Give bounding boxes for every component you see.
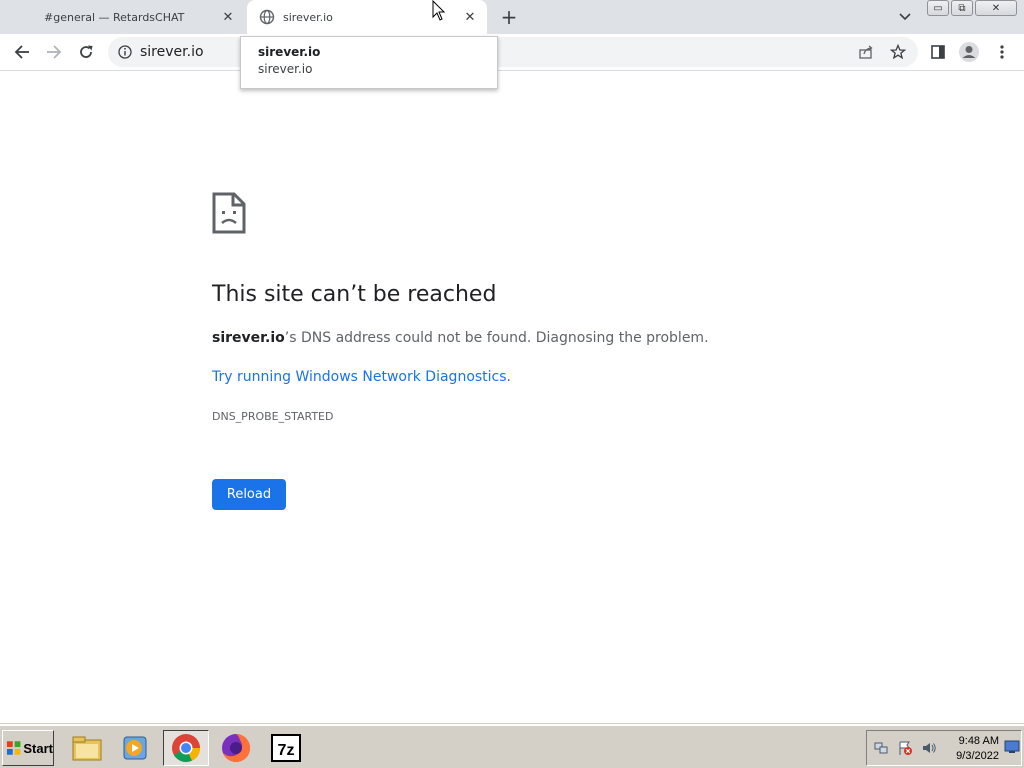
forward-button[interactable] xyxy=(42,40,66,64)
reload-toolbar-button[interactable] xyxy=(74,40,98,64)
clock-time: 9:48 AM xyxy=(958,735,999,747)
tab-general[interactable]: #general — RetardsCHAT ✕ xyxy=(0,0,245,34)
start-label: Start xyxy=(23,740,53,756)
forward-arrow-icon xyxy=(47,45,62,59)
firefox-icon xyxy=(222,733,251,762)
error-code: DNS_PROBE_STARTED xyxy=(212,410,334,423)
side-panel-icon xyxy=(931,45,945,59)
taskbar-media-player[interactable] xyxy=(112,730,158,766)
network-icon[interactable] xyxy=(873,740,889,756)
new-tab-button[interactable]: + xyxy=(498,5,520,29)
clock-date: 9/3/2022 xyxy=(956,750,999,762)
share-icon xyxy=(859,45,873,59)
system-tray: 9:48 AM 9/3/2022 xyxy=(866,730,1022,766)
sad-page-icon xyxy=(212,192,246,234)
toolbar: sirever.io xyxy=(0,34,1024,71)
kebab-menu-icon xyxy=(1000,45,1004,59)
hover-card-title: sirever.io xyxy=(258,45,321,59)
media-player-icon xyxy=(123,736,147,760)
error-title: This site can’t be reached xyxy=(212,282,497,307)
error-description-text: ’s DNS address could not be found. Diagn… xyxy=(284,330,709,346)
file-explorer-icon xyxy=(72,736,102,761)
network-diagnostics-link-row: Try running Windows Network Diagnostics. xyxy=(212,369,511,385)
taskbar-firefox[interactable] xyxy=(213,730,259,766)
close-window-button[interactable]: ✕ xyxy=(975,0,1017,16)
action-center-icon[interactable] xyxy=(897,740,913,756)
share-button[interactable] xyxy=(854,40,878,64)
show-desktop-icon[interactable] xyxy=(1004,740,1020,754)
tab-search-chevron-icon[interactable] xyxy=(895,8,915,26)
star-icon xyxy=(890,44,906,60)
error-host: sirever.io xyxy=(212,330,285,346)
url-text: sirever.io xyxy=(140,44,204,60)
taskbar: Start 7z 9:48 AM 9/3/2022 xyxy=(0,724,1024,768)
hover-card-domain: sirever.io xyxy=(258,62,313,76)
tab-hover-card: sirever.io sirever.io xyxy=(240,36,498,89)
tab-sirever[interactable]: sirever.io ✕ xyxy=(247,0,487,34)
tab-close-icon[interactable]: ✕ xyxy=(219,8,237,26)
bookmark-button[interactable] xyxy=(886,40,910,64)
windows-logo-icon xyxy=(6,741,21,755)
menu-button[interactable] xyxy=(990,40,1014,64)
tab-strip: #general — RetardsCHAT ✕ sirever.io ✕ + … xyxy=(0,0,1024,34)
taskbar-chrome[interactable] xyxy=(163,730,209,766)
error-description: sirever.io’s DNS address could not be fo… xyxy=(212,330,709,346)
clock[interactable]: 9:48 AM 9/3/2022 xyxy=(939,734,999,764)
refresh-icon xyxy=(80,45,93,58)
profile-button[interactable] xyxy=(957,40,981,64)
mouse-cursor-icon xyxy=(432,0,446,21)
chrome-icon xyxy=(172,734,200,762)
minimize-button[interactable]: ▭ xyxy=(927,0,949,16)
taskbar-7zip[interactable]: 7z xyxy=(263,730,309,766)
tab-title: #general — RetardsCHAT xyxy=(44,10,185,24)
reload-button[interactable]: Reload xyxy=(212,479,286,510)
back-button[interactable] xyxy=(10,40,34,64)
avatar-icon xyxy=(959,42,979,62)
link-period: . xyxy=(506,369,511,385)
volume-icon[interactable] xyxy=(921,740,937,756)
window-controls: ▭ ⧉ ✕ xyxy=(927,0,1017,16)
globe-icon xyxy=(259,9,275,25)
back-arrow-icon xyxy=(14,45,29,59)
address-bar[interactable]: sirever.io xyxy=(108,37,918,67)
start-button[interactable]: Start xyxy=(2,730,54,766)
restore-button[interactable]: ⧉ xyxy=(951,0,973,16)
side-panel-button[interactable] xyxy=(926,40,950,64)
tab-close-icon[interactable]: ✕ xyxy=(461,8,479,26)
7zip-icon: 7z xyxy=(271,734,301,762)
svg-text:7z: 7z xyxy=(278,742,295,759)
network-diagnostics-link[interactable]: Try running Windows Network Diagnostics xyxy=(212,369,507,385)
info-icon[interactable] xyxy=(118,45,132,59)
taskbar-file-explorer[interactable] xyxy=(64,730,110,766)
